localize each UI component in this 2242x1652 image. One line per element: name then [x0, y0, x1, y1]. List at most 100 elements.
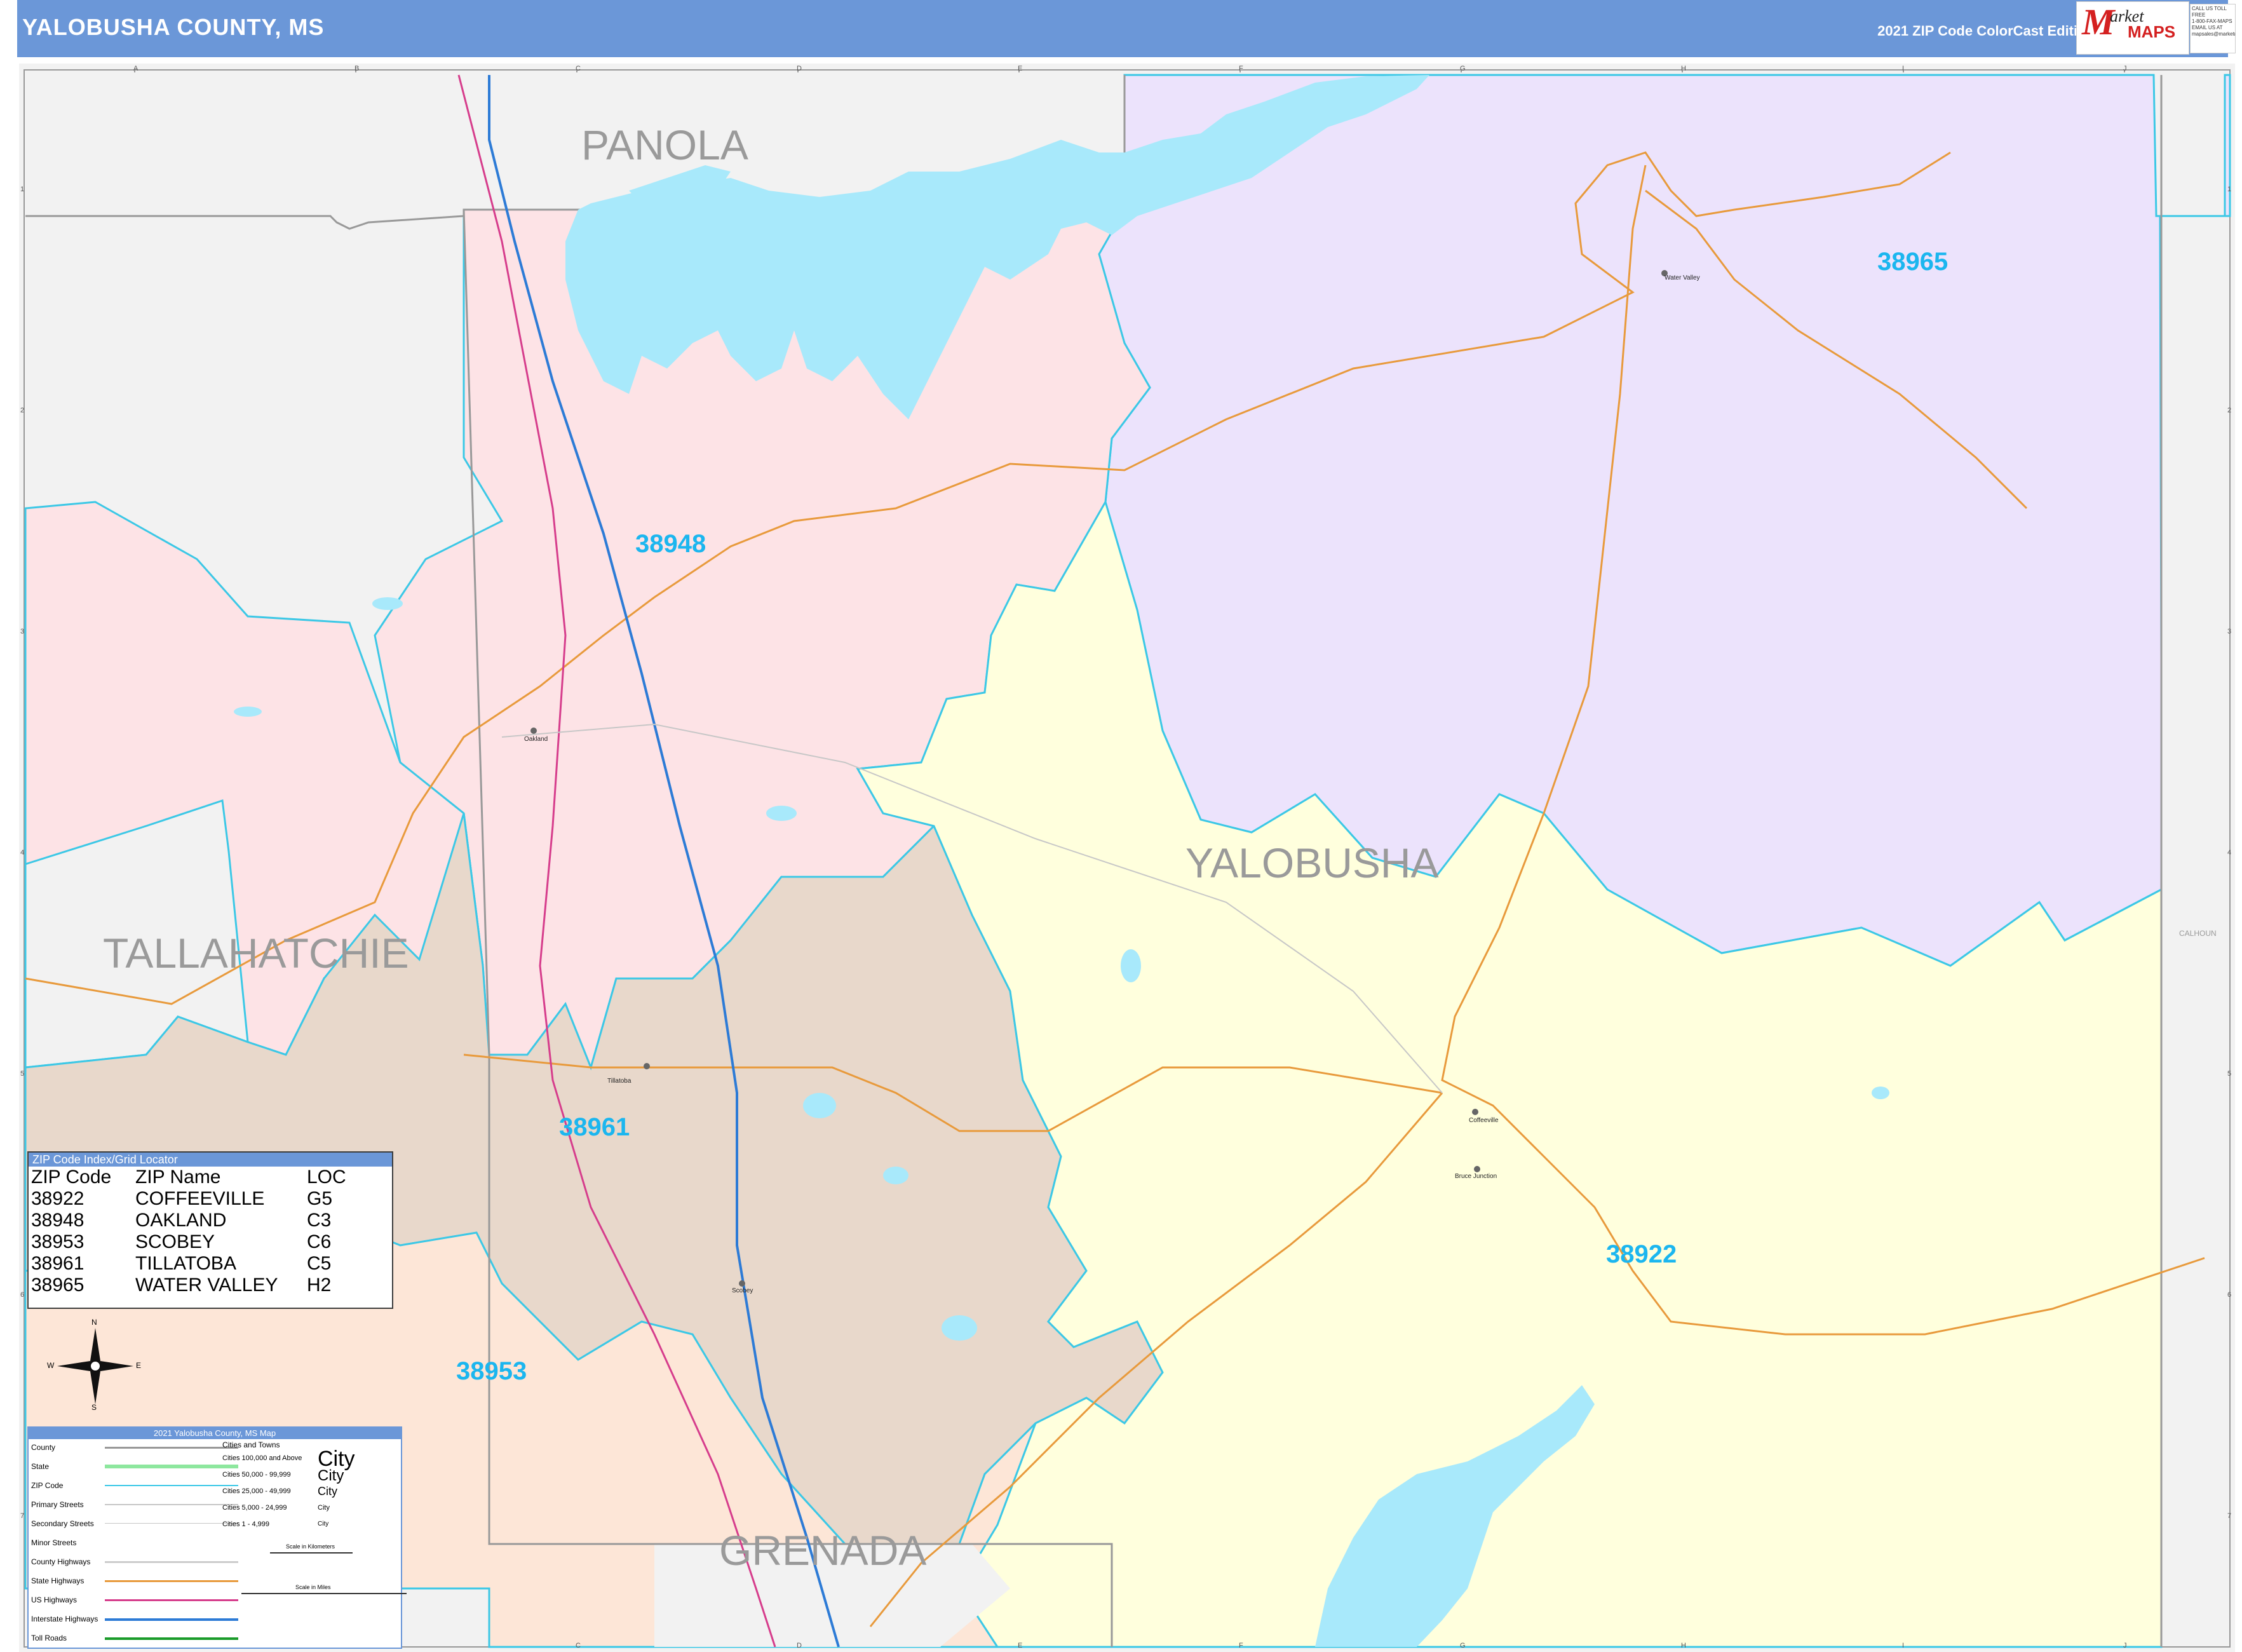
pond: [1121, 949, 1141, 982]
key-line-county-highways: [105, 1561, 238, 1563]
grid-col-e: E: [1018, 65, 1023, 72]
compass-s: S: [91, 1403, 97, 1412]
map-key: 2021 Yalobusha County, MS Map County Sta…: [27, 1426, 407, 1649]
pond: [372, 597, 403, 610]
compass-rose: N S E W: [47, 1318, 142, 1412]
logo-word-maps: MAPS: [2128, 22, 2176, 41]
key-item-zip: ZIP Code: [31, 1481, 64, 1490]
market-maps-logo[interactable]: M arket MAPS: [2076, 1, 2189, 55]
map-frame[interactable]: [19, 64, 2235, 1652]
key-item-secondary: Secondary Streets: [31, 1519, 94, 1528]
grid-row-1: 1: [2227, 186, 2232, 193]
zip-loc-cell: C3: [307, 1210, 332, 1231]
compass-e: E: [136, 1361, 142, 1370]
grid-col-c: C: [576, 1642, 581, 1649]
pond: [1872, 1087, 1889, 1099]
zip-index-header: ZIP Name: [135, 1167, 221, 1188]
table-row[interactable]: 38965 WATER VALLEY H2: [31, 1275, 370, 1296]
zip-code-cell: 38965: [31, 1275, 84, 1296]
grid-col-i: I: [1902, 65, 1905, 72]
pond: [803, 1093, 836, 1118]
city-sample: City: [318, 1504, 330, 1512]
contact-line: EMAIL US AT: [2192, 25, 2223, 30]
county-label-grenada: GRENADA: [719, 1527, 927, 1574]
grid-row-2: 2: [20, 407, 25, 414]
key-line-primary: [105, 1504, 238, 1505]
key-line-us-highways: [105, 1599, 238, 1601]
key-line-state-highways: [105, 1580, 238, 1582]
zip-label-38965[interactable]: 38965: [1877, 248, 1948, 276]
place-oakland[interactable]: Oakland: [524, 736, 548, 743]
grid-col-d: D: [797, 1642, 802, 1649]
key-item-county-highways: County Highways: [31, 1557, 91, 1566]
pond: [883, 1167, 908, 1184]
map-canvas[interactable]: [19, 64, 2235, 1652]
table-row[interactable]: 38961 TILLATOBA C5: [31, 1253, 370, 1275]
key-item-county: County: [31, 1443, 56, 1452]
key-item-us-highways: US Highways: [31, 1595, 78, 1604]
header-bar: YALOBUSHA COUNTY, MS 2021 ZIP Code Color…: [17, 0, 2228, 57]
key-item-primary: Primary Streets: [31, 1500, 84, 1509]
grid-row-4: 4: [2227, 849, 2232, 856]
place-coffeeville[interactable]: Coffeeville: [1469, 1117, 1499, 1124]
place-bruce-junction[interactable]: Bruce Junction: [1455, 1173, 1497, 1180]
key-item-toll-roads: Toll Roads: [31, 1634, 67, 1642]
cities-title: Cities and Towns: [222, 1440, 280, 1449]
zip-index-title: ZIP Code Index/Grid Locator: [29, 1153, 392, 1167]
zip-code-cell: 38948: [31, 1210, 84, 1231]
scale-km-label: Scale in Kilometers: [286, 1543, 335, 1550]
place-tillatoba[interactable]: Tillatoba: [607, 1078, 631, 1085]
key-line-secondary: [105, 1523, 238, 1524]
key-line-interstate: [105, 1618, 238, 1621]
key-line-county: [105, 1447, 238, 1449]
calhoun-area: [2163, 661, 2229, 1646]
grid-row-labels-right: 1 2 3 4 5 6 7: [2227, 64, 2236, 1652]
zip-label-38961[interactable]: 38961: [559, 1113, 630, 1142]
zip-code-cell: 38961: [31, 1253, 84, 1274]
grid-col-e: E: [1018, 1642, 1023, 1649]
grid-row-4: 4: [20, 849, 25, 856]
city-tier: Cities 50,000 - 99,999: [222, 1471, 291, 1479]
grid-row-labels: 1 2 3 4 5 6 7: [20, 64, 29, 1652]
scale-km-bar: [270, 1552, 353, 1554]
grid-col-i: I: [1902, 1642, 1905, 1649]
zip-index-table: ZIP Code ZIP Name LOC 38922 COFFEEVILLE …: [31, 1167, 370, 1296]
zip-label-38922[interactable]: 38922: [1606, 1240, 1677, 1269]
place-scobey[interactable]: Scobey: [732, 1287, 753, 1294]
grid-col-g: G: [1460, 65, 1466, 72]
county-label-tallahatchie: TALLAHATCHIE: [103, 930, 409, 977]
map-key-title: 2021 Yalobusha County, MS Map: [29, 1428, 401, 1439]
county-label-panola: PANOLA: [581, 121, 748, 168]
contact-box: CALL US TOLL FREE 1-800-FAX-MAPS EMAIL U…: [2190, 4, 2236, 53]
zip-name-cell: TILLATOBA: [135, 1253, 236, 1274]
zip-code-index: ZIP Code Index/Grid Locator ZIP Code ZIP…: [27, 1151, 393, 1309]
zip-loc-cell: H2: [307, 1275, 332, 1296]
grid-row-1: 1: [20, 186, 25, 193]
table-row[interactable]: 38948 OAKLAND C3: [31, 1210, 370, 1231]
scale-mi-bar: [241, 1593, 407, 1594]
table-row[interactable]: 38922 COFFEEVILLE G5: [31, 1188, 370, 1210]
zip-loc-cell: C6: [307, 1231, 332, 1252]
zip-loc-cell: C5: [307, 1253, 332, 1274]
grid-row-6: 6: [2227, 1291, 2232, 1299]
zip-name-cell: COFFEEVILLE: [135, 1188, 265, 1209]
grid-row-2: 2: [2227, 407, 2232, 414]
grid-col-b: B: [355, 65, 360, 72]
county-label-calhoun: CALHOUN: [2179, 929, 2217, 938]
compass-icon: [57, 1328, 133, 1404]
zip-label-38948[interactable]: 38948: [635, 530, 706, 559]
place-water-valley[interactable]: Water Valley: [1665, 274, 1700, 281]
zip-code-cell: 38922: [31, 1188, 84, 1209]
zip-label-38953[interactable]: 38953: [456, 1357, 527, 1386]
grid-col-j: J: [2123, 1642, 2127, 1649]
table-row[interactable]: 38953 SCOBEY C6: [31, 1231, 370, 1253]
grid-row-7: 7: [2227, 1512, 2232, 1520]
city-tier: Cities 1 - 4,999: [222, 1520, 269, 1528]
grid-row-5: 5: [20, 1070, 25, 1078]
key-line-toll-roads: [105, 1637, 238, 1640]
city-sample: City: [318, 1520, 329, 1527]
zip-code-cell: 38953: [31, 1231, 84, 1252]
zip-name-cell: SCOBEY: [135, 1231, 215, 1252]
edition-label: 2021 ZIP Code ColorCast Edition: [1877, 23, 2095, 39]
pond: [234, 707, 262, 717]
